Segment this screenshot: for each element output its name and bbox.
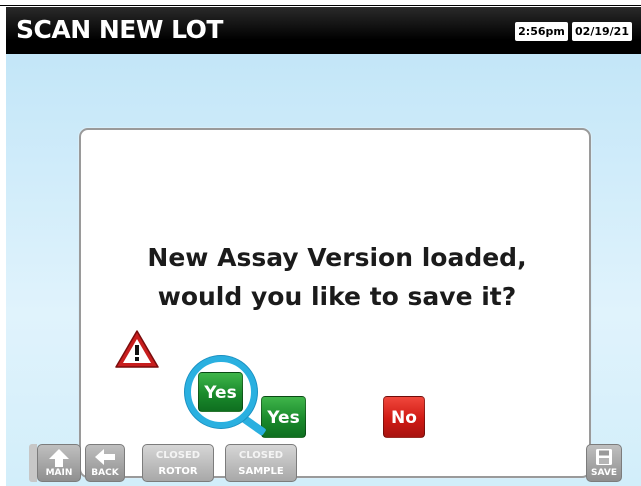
up-arrow-icon [49, 449, 69, 467]
warning-triangle-icon [115, 330, 159, 368]
screen-background: New Assay Version loaded, would you like… [6, 54, 641, 486]
footer-toolbar: MAIN BACK CLOSED ROTOR CLOSED SAMPLE SAV… [6, 426, 641, 486]
main-button[interactable]: MAIN [37, 444, 81, 482]
main-label: MAIN [45, 468, 73, 478]
title-bar: SCAN NEW LOT 2:56pm 02/19/21 [6, 7, 641, 54]
page-title: SCAN NEW LOT [16, 15, 223, 44]
dialog-message: New Assay Version loaded, would you like… [147, 243, 527, 311]
date-display: 02/19/21 [572, 22, 632, 41]
rotor-label: ROTOR [158, 466, 198, 477]
toolbar-edge [29, 444, 37, 482]
back-button[interactable]: BACK [85, 444, 125, 482]
sample-label: SAMPLE [238, 466, 284, 477]
time-display: 2:56pm [515, 22, 568, 41]
callout-yes-button: Yes [198, 372, 243, 412]
yes-button-callout: Yes [185, 356, 257, 428]
floppy-disk-icon [596, 449, 612, 465]
sample-drawer-button[interactable]: CLOSED SAMPLE [225, 444, 297, 482]
save-label: SAVE [591, 468, 617, 478]
rotor-status: CLOSED [155, 450, 201, 461]
top-border [0, 0, 641, 6]
rotor-drawer-button[interactable]: CLOSED ROTOR [142, 444, 214, 482]
sample-status: CLOSED [238, 450, 284, 461]
save-button[interactable]: SAVE [586, 444, 622, 482]
back-label: BACK [91, 468, 119, 478]
left-arrow-icon [95, 449, 115, 465]
